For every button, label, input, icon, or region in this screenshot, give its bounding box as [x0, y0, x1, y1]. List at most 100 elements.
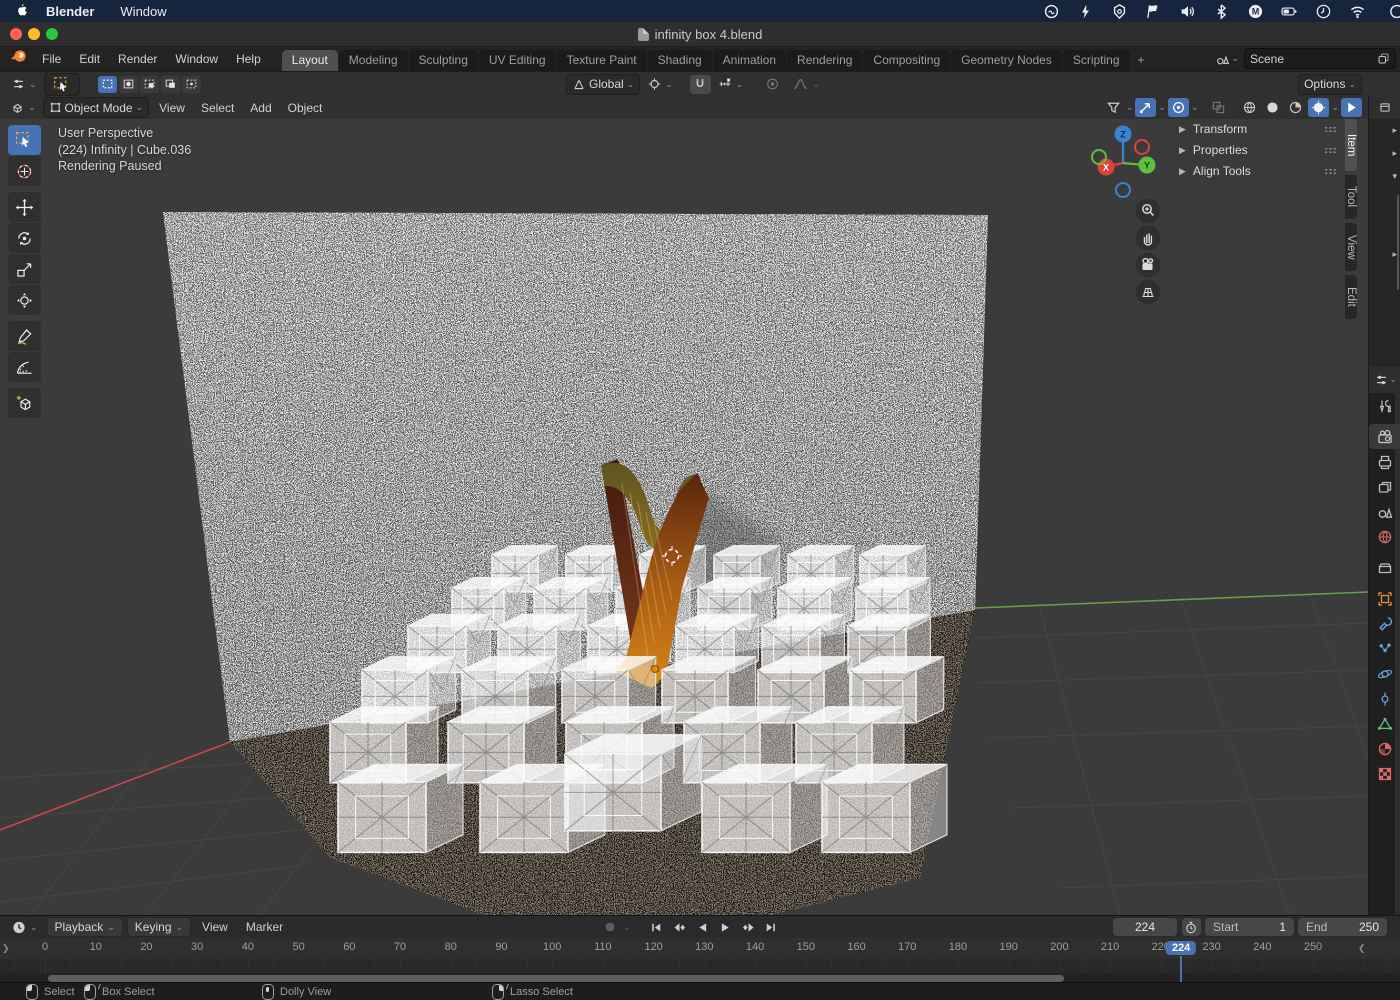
timeline-view-menu[interactable]: View	[195, 920, 235, 934]
scene-name-field[interactable]: Scene	[1244, 48, 1396, 69]
properties-tab-render[interactable]	[1369, 424, 1400, 449]
tool-transform-button[interactable]	[8, 285, 41, 315]
volume-icon[interactable]	[1179, 3, 1196, 20]
flag-icon[interactable]	[1145, 3, 1162, 20]
m-badge-icon[interactable]: M	[1247, 3, 1264, 20]
workspace-tab-geometry-nodes[interactable]: Geometry Nodes	[951, 50, 1062, 71]
show-object-types-button[interactable]	[1103, 98, 1124, 117]
clock-icon[interactable]	[1315, 3, 1332, 20]
new-scene-icon[interactable]	[1377, 52, 1390, 65]
properties-header-button[interactable]: ⌄	[1369, 367, 1400, 393]
properties-tab-scene[interactable]	[1369, 499, 1400, 524]
xray-button[interactable]	[1208, 98, 1229, 117]
tool-editor-type-button[interactable]: ⌄	[6, 75, 42, 94]
properties-tab-tool[interactable]	[1369, 393, 1400, 418]
topbar-menu-edit[interactable]: Edit	[70, 46, 109, 71]
properties-tab-collection[interactable]	[1369, 555, 1400, 580]
glass-cube[interactable]	[702, 764, 827, 852]
playback-menu[interactable]: Playback⌄	[47, 917, 123, 937]
nav-camera-button[interactable]	[1136, 253, 1161, 278]
npanel-tab-view[interactable]: View	[1345, 223, 1357, 271]
tool-cursor-button[interactable]	[8, 156, 41, 186]
apple-menu[interactable]	[14, 3, 28, 19]
shading-rendered-button[interactable]	[1308, 98, 1329, 117]
next-keyframe-button[interactable]	[739, 919, 757, 935]
npanel-section-align-tools[interactable]: ▶Align Tools	[1172, 161, 1344, 181]
timeline-channel-strip[interactable]	[0, 959, 1400, 973]
select-mode-invert[interactable]	[161, 76, 180, 93]
workspace-tab-animation[interactable]: Animation	[713, 50, 786, 71]
outliner-row[interactable]: ▸	[1369, 119, 1400, 142]
workspace-tab-scripting[interactable]: Scripting	[1063, 50, 1130, 71]
show-object-types-dropdown[interactable]: ⌄	[1126, 103, 1134, 112]
select-mode-extend[interactable]	[119, 76, 138, 93]
glass-cube[interactable]	[565, 735, 701, 831]
workspace-tab-layout[interactable]: Layout	[282, 50, 338, 71]
viewport-menu-object[interactable]: Object	[280, 101, 331, 115]
shield-icon[interactable]	[1111, 3, 1128, 20]
shading-wireframe-button[interactable]	[1239, 98, 1260, 117]
select-mode-subtract[interactable]	[140, 76, 159, 93]
nav-grid-button[interactable]	[1136, 280, 1161, 305]
properties-tab-physics[interactable]	[1369, 661, 1400, 686]
properties-tab-modifiers[interactable]	[1369, 611, 1400, 636]
object-mode-dropdown[interactable]: Object Mode ⌄	[43, 97, 150, 118]
tool-annotate-button[interactable]	[8, 321, 41, 351]
tool-select-box-button[interactable]	[8, 125, 41, 155]
jump-to-start-button[interactable]	[647, 919, 665, 935]
active-tool-button[interactable]	[44, 73, 80, 96]
properties-tab-object[interactable]	[1369, 586, 1400, 611]
topbar-menu-file[interactable]: File	[33, 46, 70, 71]
workspace-tab-rendering[interactable]: Rendering	[787, 50, 862, 71]
prev-keyframe-button[interactable]	[670, 919, 688, 935]
control-center-icon[interactable]	[1383, 3, 1400, 20]
npanel-tab-tool[interactable]: Tool	[1345, 175, 1357, 219]
overlays-dropdown[interactable]: ⌄	[1191, 103, 1199, 112]
workspace-tab--[interactable]: +	[1131, 50, 1152, 71]
tool-scale-button[interactable]	[8, 254, 41, 284]
auto-keying-dropdown[interactable]: ⌄	[623, 923, 631, 932]
tool-rotate-button[interactable]	[8, 223, 41, 253]
viewport-3d[interactable]: ZYX	[0, 118, 1368, 915]
viewport-menu-select[interactable]: Select	[193, 101, 242, 115]
playhead-line[interactable]	[1180, 956, 1182, 983]
transform-orientation-dropdown[interactable]: Global ⌄	[566, 74, 640, 95]
timeline-scrollbar-thumb[interactable]	[48, 975, 1064, 982]
snap-target-dropdown[interactable]: ⌄	[713, 75, 749, 94]
select-mode-set[interactable]	[98, 76, 117, 93]
lightning-icon[interactable]	[1077, 3, 1094, 20]
playhead-frame-badge[interactable]: 224	[1166, 941, 1196, 955]
current-frame-field[interactable]: 224	[1113, 918, 1177, 936]
wifi-icon[interactable]	[1349, 3, 1366, 20]
viewport-menu-view[interactable]: View	[151, 101, 193, 115]
npanel-section-transform[interactable]: ▶Transform	[1172, 119, 1344, 139]
workspace-tab-sculpting[interactable]: Sculpting	[409, 50, 478, 71]
workspace-tab-texture-paint[interactable]: Texture Paint	[557, 50, 647, 71]
app-menu-blender[interactable]: Blender	[46, 4, 94, 19]
tool-move-button[interactable]	[8, 192, 41, 222]
play-button[interactable]	[716, 919, 734, 935]
properties-tab-world[interactable]	[1369, 524, 1400, 549]
options-dropdown[interactable]: Options ⌄	[1298, 74, 1362, 95]
mac-menu-window[interactable]: Window	[120, 4, 166, 19]
play-button[interactable]	[1341, 98, 1362, 117]
timeline-editor-type-button[interactable]: ⌄	[6, 918, 43, 937]
select-mode-intersect[interactable]	[182, 76, 201, 93]
glass-cube[interactable]	[338, 764, 463, 852]
tool-add-cube-button[interactable]	[8, 388, 41, 418]
topbar-menu-render[interactable]: Render	[109, 46, 166, 71]
viewport-menu-add[interactable]: Add	[242, 101, 279, 115]
overlays-button[interactable]	[1168, 98, 1189, 117]
play-reverse-button[interactable]	[693, 919, 711, 935]
workspace-tab-shading[interactable]: Shading	[648, 50, 712, 71]
npanel-section-properties[interactable]: ▶Properties	[1172, 140, 1344, 160]
properties-tab-texture[interactable]	[1369, 761, 1400, 786]
workspace-tab-compositing[interactable]: Compositing	[863, 50, 950, 71]
proportional-edit-toggle[interactable]	[760, 75, 785, 94]
outliner-row[interactable]: ▸	[1369, 243, 1400, 266]
proportional-falloff-dropdown[interactable]: ⌄	[787, 75, 825, 94]
keying-menu[interactable]: Keying⌄	[127, 917, 191, 937]
outliner-header[interactable]	[1369, 95, 1400, 119]
npanel-tab-edit[interactable]: Edit	[1345, 275, 1357, 319]
frame-start-field[interactable]: Start1	[1205, 918, 1294, 936]
